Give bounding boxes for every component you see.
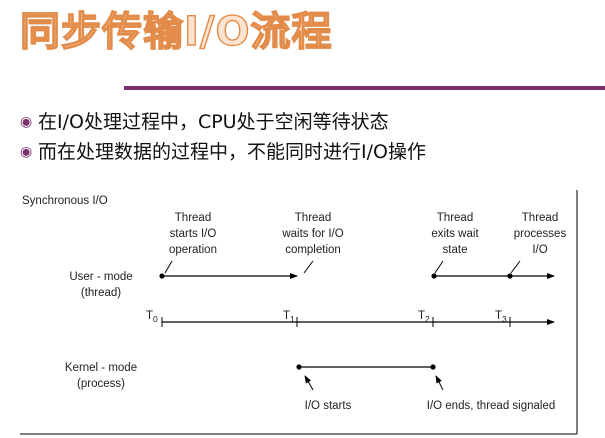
event-label-line: I/O [532,244,547,256]
event-label-line: Thread [522,212,558,224]
diagram-caption: Synchronous I/O [22,195,108,207]
user-mode-label: User - mode [69,271,132,283]
thread-event-exits: Thread exits wait state [431,212,479,256]
time-marker-label: T0 [146,310,158,324]
event-label-line: Thread [295,212,331,224]
pointer-arrow [304,375,314,391]
event-label-line: completion [285,244,341,256]
time-marker-t1: T1 [283,310,295,324]
event-dot [430,364,436,370]
time-marker-t0: T0 [146,310,158,324]
event-dot [296,364,302,370]
pointer-line [164,260,173,274]
event-label-line: waits for I/O [281,228,343,240]
thread-event-waits: Thread waits for I/O completion [281,212,343,256]
sync-io-diagram: Synchronous I/O Thread starts I/O operat… [20,190,578,435]
event-label-line: starts I/O [170,228,217,240]
kernel-event-label: I/O starts [305,400,352,412]
event-dot [507,273,513,279]
pointer-arrow [435,375,444,391]
event-label-line: processes [514,228,567,240]
time-marker-label: T1 [283,310,295,324]
event-label-line: state [443,244,468,256]
pointer-line [510,260,521,274]
pointer-line [303,260,314,274]
event-label-line: exits wait [431,228,479,240]
thread-event-starts: Thread starts I/O operation [169,212,217,256]
event-label-line: operation [169,244,217,256]
user-mode-sublabel: (thread) [81,287,121,299]
kernel-event-label: I/O ends, thread signaled [427,400,556,412]
time-marker-t2: T2 [418,310,430,324]
time-marker-t3: T3 [495,310,507,324]
event-dot [159,273,165,279]
event-label-line: Thread [437,212,473,224]
kernel-mode-sublabel: (process) [77,378,125,390]
kernel-mode-label: Kernel - mode [65,362,137,374]
thread-event-processes: Thread processes I/O [514,212,567,256]
pointer-line [434,260,444,274]
event-label-line: Thread [175,212,211,224]
event-dot [431,273,437,279]
time-marker-label: T3 [495,310,507,324]
time-marker-label: T2 [418,310,430,324]
